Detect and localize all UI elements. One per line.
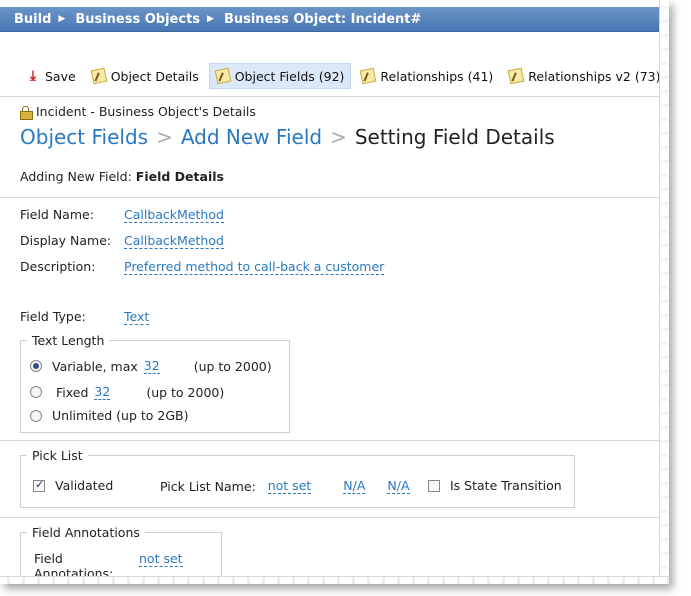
display-name-value[interactable]: CallbackMethod — [124, 233, 224, 249]
triangle-right-icon: ▶ — [207, 14, 214, 24]
subtitle-value: Field Details — [135, 169, 224, 184]
page-title: Object Fields > Add New Field > Setting … — [20, 125, 555, 149]
field-annotations-legend: Field Annotations — [32, 525, 140, 540]
tab-label: Object Details — [110, 68, 199, 84]
validated-option[interactable]: Validated — [33, 478, 113, 493]
divider — [0, 440, 669, 441]
pick-list-legend: Pick List — [32, 448, 83, 463]
save-download-icon: ⤓ — [29, 68, 37, 84]
variable-length-option[interactable]: Variable, max 32 (up to 2000) — [30, 358, 272, 374]
fixed-label: Fixed — [56, 384, 89, 400]
tab-object-fields[interactable]: Object Fields (92) — [208, 63, 352, 89]
pick-list-na-1[interactable]: N/A — [343, 478, 366, 494]
text-length-legend: Text Length — [32, 333, 105, 348]
radio-variable[interactable] — [30, 360, 42, 372]
breadcrumb: Build ▶ Business Objects ▶ Business Object… — [0, 7, 669, 32]
breadcrumb-item-incident[interactable]: Business Object: Incident# — [224, 12, 421, 27]
save-label: Save — [45, 68, 76, 84]
fixed-value[interactable]: 32 — [94, 384, 111, 400]
app-window: Build ▶ Business Objects ▶ Business Object… — [0, 0, 669, 584]
display-name-label: Display Name: — [20, 233, 112, 248]
torn-edge-right — [659, 0, 669, 584]
heading-link-add-new-field[interactable]: Add New Field — [181, 125, 322, 149]
validated-checkbox[interactable] — [33, 478, 45, 492]
subtitle-prefix: Adding New Field: — [20, 169, 132, 184]
breadcrumb-item-business-objects[interactable]: Business Objects ▶ — [75, 12, 224, 27]
unlimited-label: Unlimited (up to 2GB) — [52, 408, 189, 423]
divider — [0, 96, 669, 97]
tab-label: Relationships (41) — [380, 68, 494, 84]
triangle-right-icon: ▶ — [58, 14, 66, 24]
pencil-icon — [214, 67, 232, 85]
tab-relationships-v2[interactable]: Relationships v2 (73) — [503, 63, 666, 89]
unlimited-length-option[interactable]: Unlimited (up to 2GB) — [30, 408, 189, 423]
variable-label: Variable, max — [52, 358, 138, 374]
tab-relationships[interactable]: Relationships (41) — [355, 63, 499, 89]
breadcrumb-item-build[interactable]: Build ▶ — [14, 12, 75, 27]
section-subtitle: Adding New Field: Field Details — [20, 169, 224, 184]
field-type-value[interactable]: Text — [124, 309, 150, 325]
divider — [0, 517, 669, 518]
save-button[interactable]: ⤓ Save — [20, 63, 82, 89]
tab-object-details[interactable]: Object Details — [86, 63, 205, 89]
breadcrumb-label: Business Objects — [75, 11, 201, 27]
divider — [0, 197, 669, 198]
state-transition-checkbox[interactable] — [428, 479, 440, 492]
toolbar: ⤓ Save Object Details Object Fields (92)… — [0, 62, 669, 90]
context-title-text: Incident - Business Object's Details — [36, 104, 256, 119]
breadcrumb-label: Build — [14, 11, 52, 27]
field-type-row: Field Type: Text — [20, 309, 150, 325]
field-annotations-value[interactable]: not set — [139, 551, 183, 567]
heading-separator: > — [156, 125, 173, 149]
heading-separator: > — [330, 125, 347, 149]
field-name-value[interactable]: CallbackMethod — [124, 207, 224, 223]
pick-list-name-label: Pick List Name: — [160, 478, 256, 494]
torn-edge-bottom — [0, 576, 669, 584]
heading-current: Setting Field Details — [354, 125, 555, 149]
state-transition-label: Is State Transition — [450, 478, 562, 493]
radio-fixed[interactable] — [30, 386, 42, 398]
field-annotations-value-wrap: not set — [139, 551, 183, 567]
context-title: Incident - Business Object's Details — [20, 104, 256, 120]
pick-list-na-2[interactable]: N/A — [387, 478, 410, 494]
tab-label: Relationships v2 (73) — [528, 68, 661, 84]
description-value[interactable]: Preferred method to call-back a customer — [124, 259, 385, 275]
description-row: Description: Preferred method to call-ba… — [20, 259, 385, 275]
pencil-icon — [360, 67, 377, 85]
state-transition-option[interactable]: Is State Transition — [428, 478, 562, 493]
pencil-icon — [507, 67, 525, 85]
fixed-length-option[interactable]: Fixed 32 (up to 2000) — [30, 384, 224, 400]
variable-max-value[interactable]: 32 — [143, 358, 160, 374]
heading-link-object-fields[interactable]: Object Fields — [20, 125, 148, 149]
pick-list-name-value[interactable]: not set — [267, 478, 312, 494]
display-name-row: Display Name: CallbackMethod — [20, 233, 224, 249]
field-type-label: Field Type: — [20, 309, 86, 324]
pencil-icon — [90, 67, 107, 85]
annotations-label-line1: Field — [34, 551, 63, 566]
tab-label: Object Fields (92) — [234, 68, 345, 84]
variable-hint: (up to 2000) — [193, 358, 272, 374]
validated-label: Validated — [55, 478, 114, 493]
radio-unlimited[interactable] — [30, 409, 42, 422]
fixed-hint: (up to 2000) — [146, 384, 225, 400]
field-name-row: Field Name: CallbackMethod — [20, 207, 224, 223]
pick-list-name-row: Pick List Name: not set N/A N/A — [160, 478, 410, 494]
field-name-label: Field Name: — [20, 207, 94, 222]
lock-icon — [20, 105, 33, 120]
breadcrumb-label: Business Object: Incident# — [223, 11, 422, 27]
description-label: Description: — [20, 259, 96, 274]
